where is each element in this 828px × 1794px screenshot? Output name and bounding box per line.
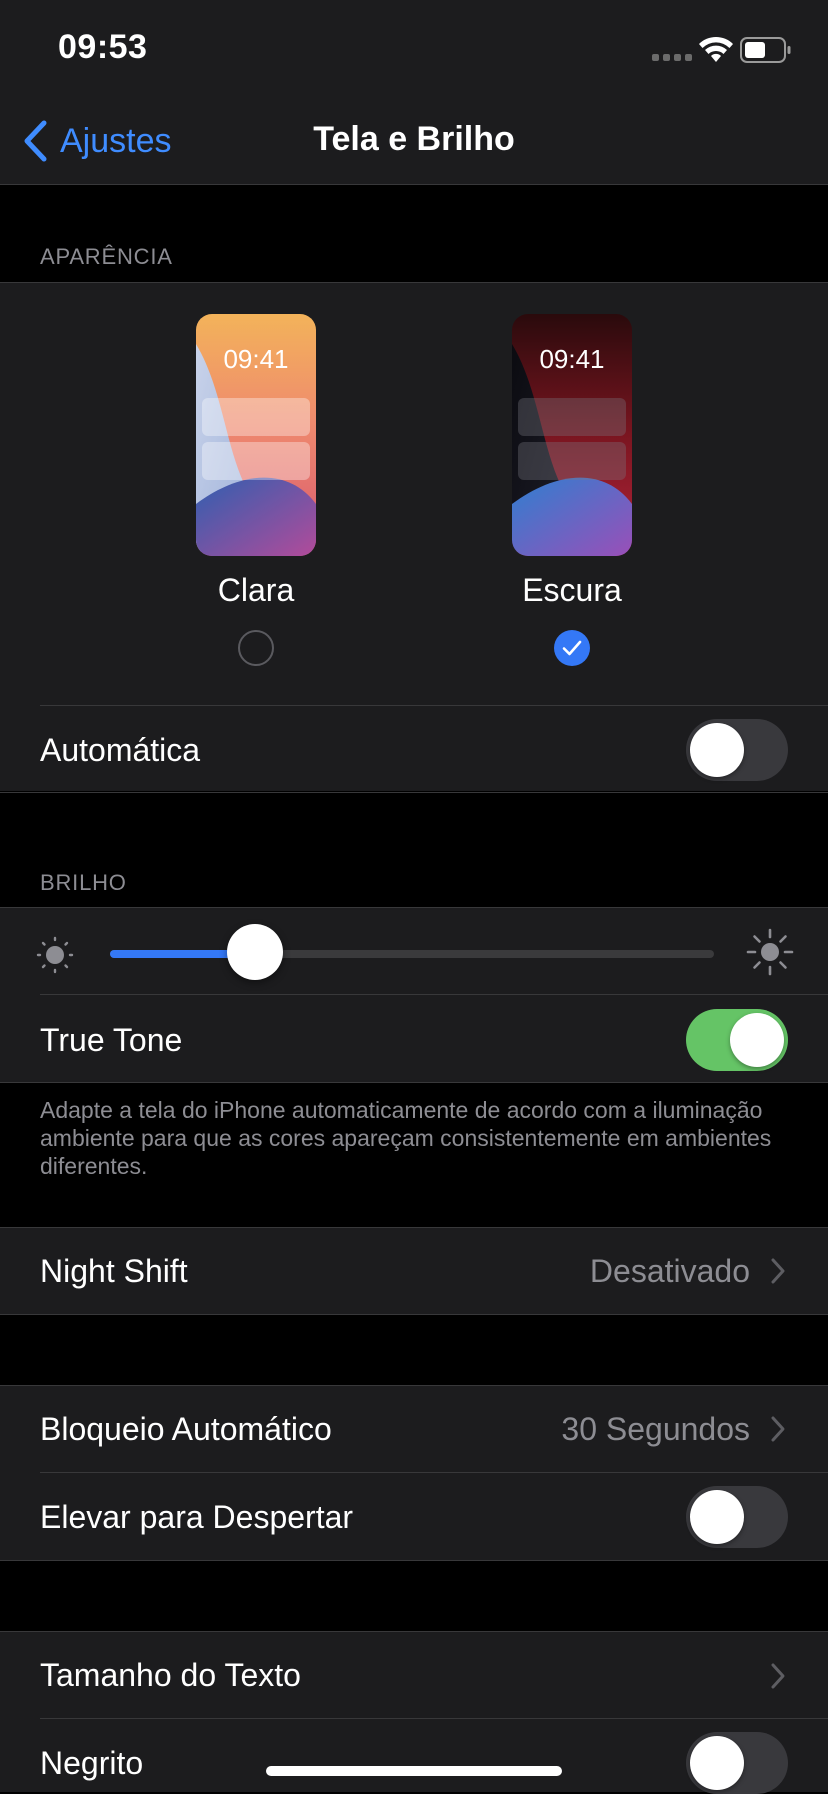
chevron-right-icon (771, 1258, 785, 1284)
bold-text-toggle[interactable] (686, 1732, 788, 1794)
true-tone-toggle[interactable] (686, 1009, 788, 1071)
auto-lock-value: 30 Segundos (561, 1411, 750, 1447)
light-mode-label: Clara (217, 572, 295, 608)
divider (0, 792, 828, 793)
raise-to-wake-toggle[interactable] (686, 1486, 788, 1548)
preview-notification (518, 442, 626, 480)
divider (40, 1718, 828, 1719)
preview-time: 09:41 (539, 344, 605, 374)
dark-mode-radio[interactable] (554, 630, 590, 666)
section-header-appearance: APARÊNCIA (40, 244, 173, 269)
preview-notification (518, 398, 626, 436)
text-size-label: Tamanho do Texto (40, 1657, 301, 1693)
night-shift-value: Desativado (589, 1253, 750, 1289)
dark-mode-preview[interactable]: 09:41 (512, 314, 632, 556)
preview-notification (202, 442, 310, 480)
sun-small-icon (36, 936, 74, 974)
brightness-slider-thumb[interactable] (226, 924, 283, 980)
auto-lock-label: Bloqueio Automático (40, 1411, 332, 1447)
home-indicator (266, 1766, 562, 1776)
true-tone-footer: Adapte a tela do iPhone automaticamente … (40, 1097, 772, 1179)
night-shift-label: Night Shift (40, 1253, 188, 1289)
dark-mode-label: Escura (522, 572, 622, 608)
battery-icon (740, 37, 791, 63)
divider (0, 1314, 828, 1315)
divider (40, 705, 828, 706)
brightness-slider-track[interactable] (110, 950, 714, 958)
divider (0, 184, 828, 185)
automatic-toggle[interactable] (686, 719, 788, 781)
status-time: 09:53 (58, 28, 148, 66)
checkmark-icon (562, 640, 582, 656)
section-header-brightness: BRILHO (40, 870, 127, 895)
chevron-right-icon (771, 1416, 785, 1442)
raise-to-wake-label: Elevar para Despertar (40, 1499, 354, 1535)
divider (0, 1560, 828, 1561)
divider (40, 1472, 828, 1473)
divider (0, 1082, 828, 1083)
true-tone-label: True Tone (40, 1022, 183, 1058)
cellular-signal-icon (652, 54, 692, 61)
page-title: Tela e Brilho (313, 120, 515, 158)
bold-text-label: Negrito (40, 1745, 144, 1781)
preview-time: 09:41 (223, 344, 289, 374)
divider (40, 994, 828, 995)
preview-notification (202, 398, 310, 436)
light-mode-radio[interactable] (238, 630, 274, 666)
wifi-icon (699, 36, 733, 62)
sun-large-icon (746, 928, 794, 976)
light-mode-preview[interactable]: 09:41 (196, 314, 316, 556)
automatic-label: Automática (40, 732, 201, 768)
appearance-group (0, 283, 828, 791)
chevron-right-icon (771, 1663, 785, 1689)
